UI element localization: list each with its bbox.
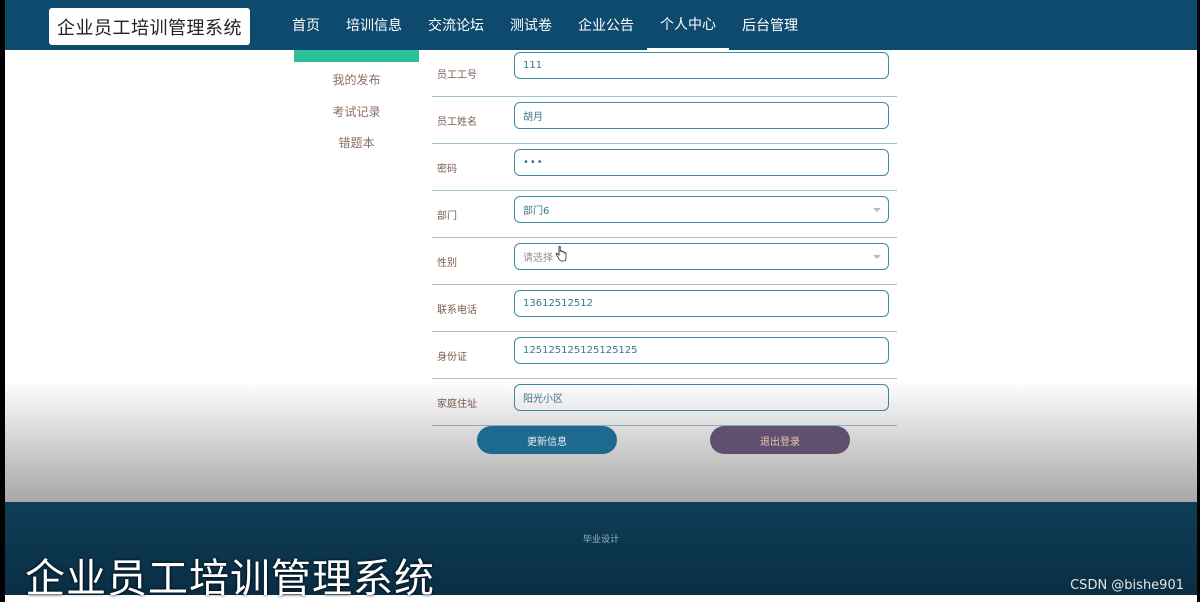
video-caption: 企业员工培训管理系统 — [25, 556, 435, 602]
logout-button[interactable]: 退出登录 — [710, 426, 850, 454]
employee-id-input[interactable]: 111 — [514, 52, 889, 79]
employee-id-value: 111 — [523, 60, 543, 71]
form-row-employee-id: 员工工号 111 — [432, 50, 897, 97]
password-label: 密码 — [437, 164, 457, 175]
department-label: 部门 — [437, 211, 457, 222]
nav-item-personal-center[interactable]: 个人中心 — [647, 0, 729, 50]
password-input[interactable]: ••• — [514, 149, 889, 176]
phone-input[interactable]: 13612512512 — [514, 290, 889, 317]
form-row-phone: 联系电话 13612512512 — [432, 285, 897, 332]
sidebar-item-my-posts[interactable]: 我的发布 — [294, 71, 419, 88]
nav-item-home[interactable]: 首页 — [279, 0, 333, 50]
update-info-button[interactable]: 更新信息 — [477, 426, 617, 454]
employee-name-label: 员工姓名 — [437, 117, 477, 128]
hand-cursor-icon — [555, 246, 567, 262]
department-value: 部门6 — [523, 206, 550, 217]
app-frame: 企业员工培训管理系统 首页 培训信息 交流论坛 测试卷 企业公告 个人中心 后台… — [5, 0, 1197, 602]
main-nav: 首页 培训信息 交流论坛 测试卷 企业公告 个人中心 后台管理 — [279, 0, 811, 50]
profile-form: 员工工号 111 员工姓名 胡月 密码 ••• 部门 部门6 性别 请选择 联系… — [432, 50, 897, 426]
sidebar-active-item[interactable] — [294, 50, 419, 62]
nav-item-admin[interactable]: 后台管理 — [729, 0, 811, 50]
chevron-down-icon — [873, 208, 881, 212]
form-row-employee-name: 员工姓名 胡月 — [432, 97, 897, 144]
form-row-department: 部门 部门6 — [432, 191, 897, 238]
phone-value: 13612512512 — [523, 298, 593, 309]
id-card-label: 身份证 — [437, 352, 467, 363]
nav-item-test[interactable]: 测试卷 — [497, 0, 565, 50]
password-value: ••• — [523, 157, 544, 168]
site-logo[interactable]: 企业员工培训管理系统 — [49, 8, 250, 45]
gender-label: 性别 — [437, 258, 457, 269]
sidebar-item-exam-records[interactable]: 考试记录 — [294, 103, 419, 120]
form-row-id-card: 身份证 125125125125125125 — [432, 332, 897, 379]
chevron-down-icon — [873, 255, 881, 259]
employee-name-value: 胡月 — [523, 112, 543, 123]
sidebar-item-wrong-questions[interactable]: 错题本 — [294, 134, 419, 151]
employee-name-input[interactable]: 胡月 — [514, 102, 889, 129]
footer-text: 毕业设计 — [582, 535, 619, 545]
form-row-address: 家庭住址 阳光小区 — [432, 379, 897, 426]
address-label: 家庭住址 — [437, 399, 477, 410]
phone-label: 联系电话 — [437, 305, 477, 316]
address-input[interactable]: 阳光小区 — [514, 384, 889, 411]
id-card-value: 125125125125125125 — [523, 345, 638, 356]
employee-id-label: 员工工号 — [437, 70, 477, 81]
id-card-input[interactable]: 125125125125125125 — [514, 337, 889, 364]
nav-item-announcements[interactable]: 企业公告 — [565, 0, 647, 50]
form-row-password: 密码 ••• — [432, 144, 897, 191]
gender-placeholder: 请选择 — [523, 253, 553, 264]
nav-item-forum[interactable]: 交流论坛 — [415, 0, 497, 50]
nav-item-training[interactable]: 培训信息 — [333, 0, 415, 50]
watermark: CSDN @bishe901 — [1070, 578, 1184, 593]
department-select[interactable]: 部门6 — [514, 196, 889, 223]
address-value: 阳光小区 — [523, 394, 563, 405]
top-nav-bar: 企业员工培训管理系统 首页 培训信息 交流论坛 测试卷 企业公告 个人中心 后台… — [5, 0, 1197, 50]
form-row-gender: 性别 请选择 — [432, 238, 897, 285]
gender-select[interactable]: 请选择 — [514, 243, 889, 270]
